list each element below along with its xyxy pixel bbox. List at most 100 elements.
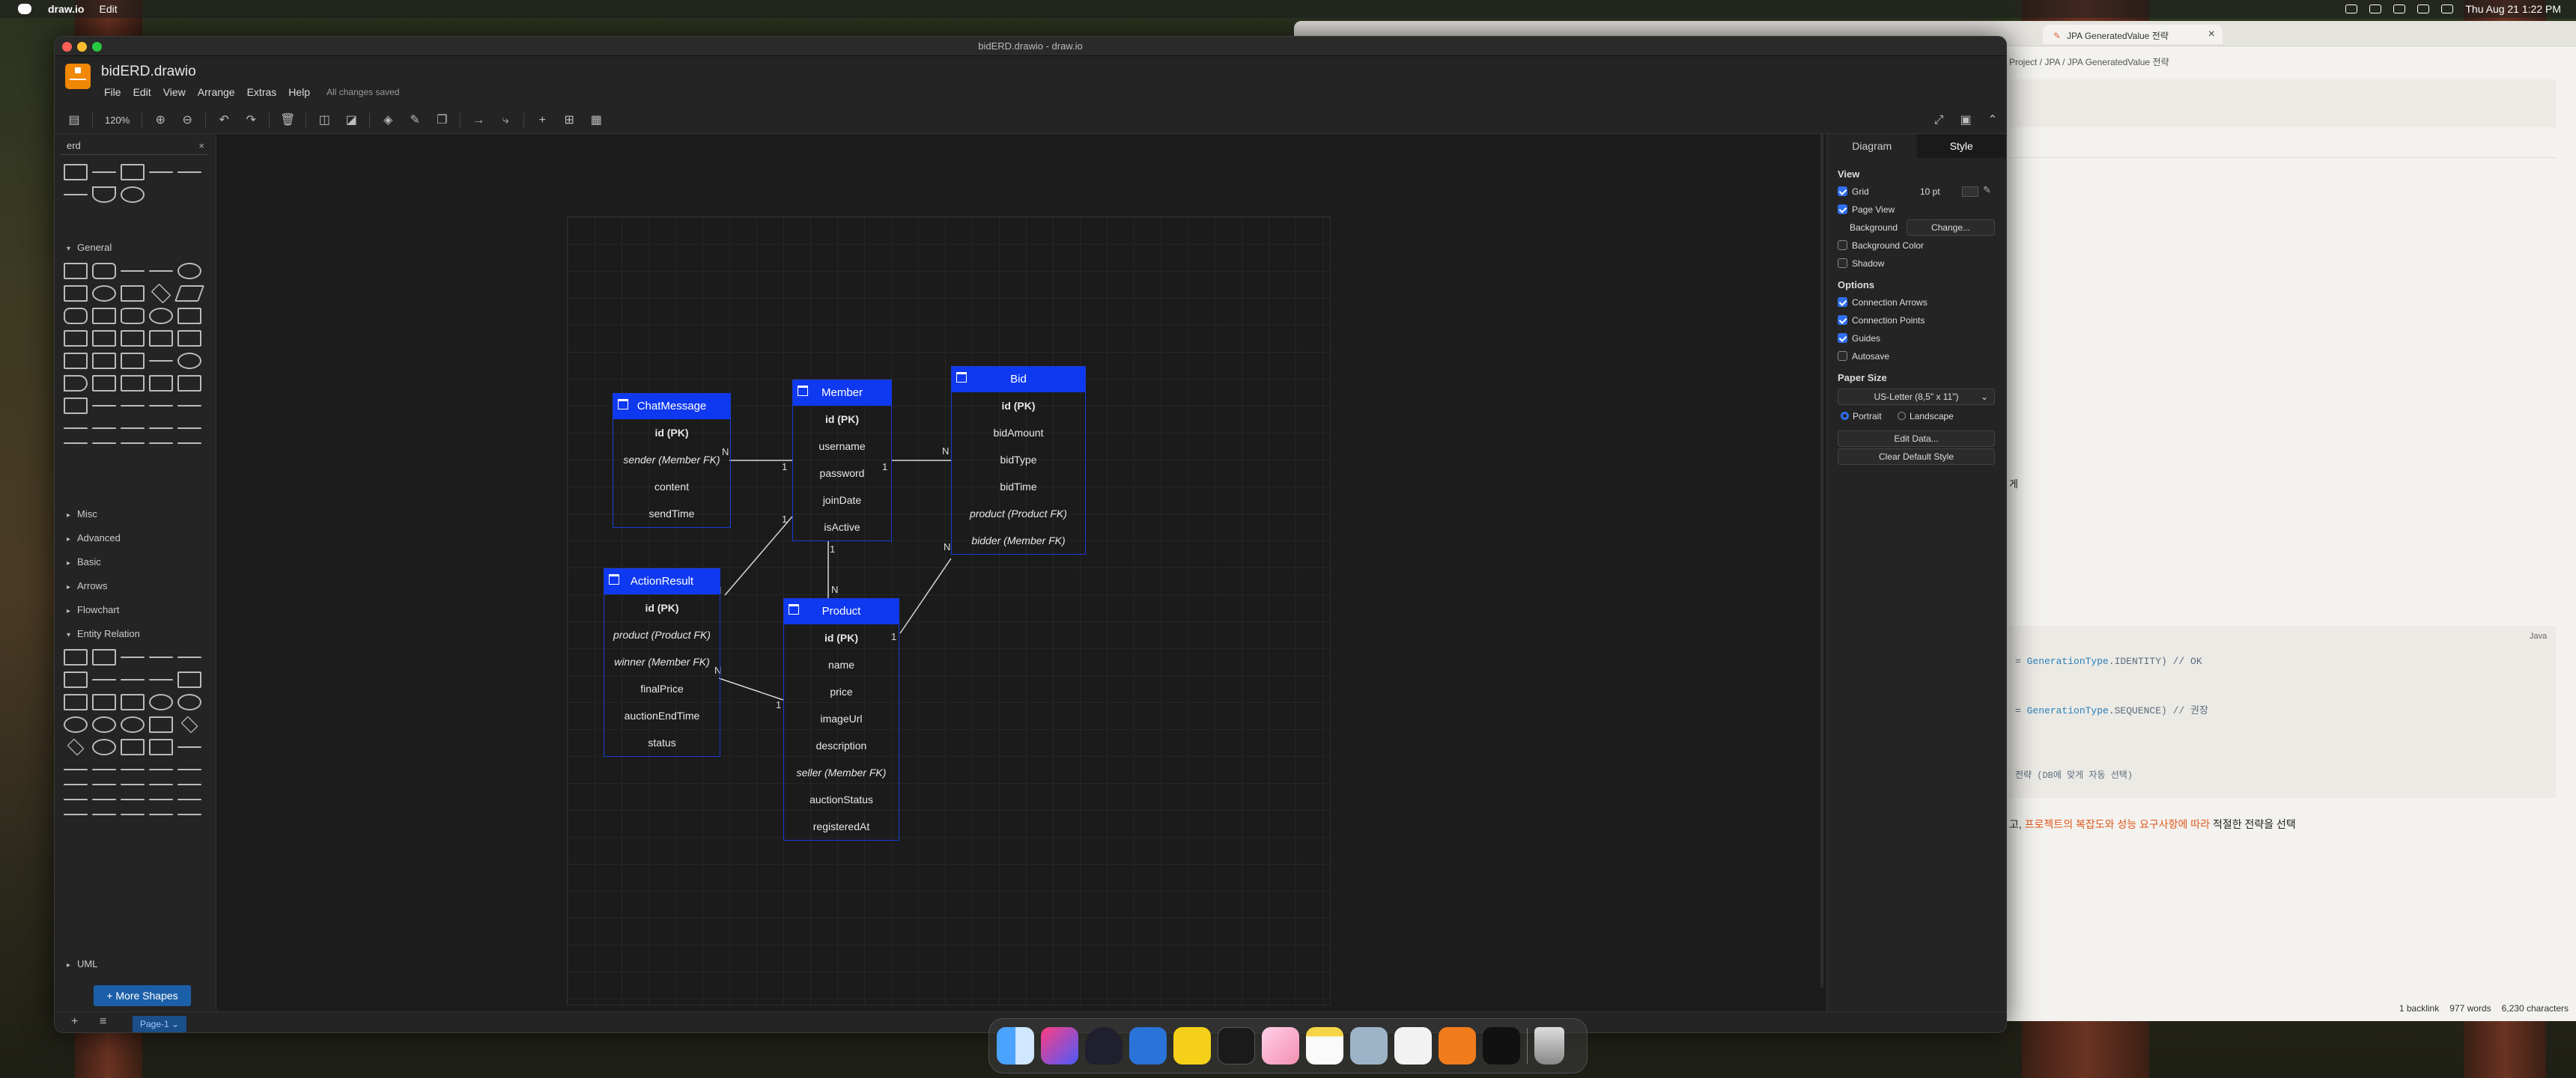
line-shape[interactable]	[92, 427, 116, 429]
radio-selected-icon[interactable]	[1841, 412, 1849, 420]
entity-title[interactable]: Product	[784, 599, 899, 624]
er-line-shape[interactable]	[121, 769, 145, 770]
er-line-shape[interactable]	[177, 814, 201, 815]
attribute-shape[interactable]	[149, 694, 173, 710]
entity-actionresult[interactable]: ActionResult id (PK) product (Product FK…	[604, 568, 720, 757]
er-line-shape[interactable]	[177, 799, 201, 800]
cloud-shape[interactable]	[149, 308, 173, 324]
er-line-shape[interactable]	[177, 746, 201, 748]
line-shape[interactable]	[64, 442, 88, 444]
app-icon[interactable]	[1173, 1027, 1211, 1065]
erd-shape[interactable]	[121, 164, 145, 180]
er-line-shape[interactable]	[121, 657, 145, 658]
menu-view[interactable]: View	[163, 86, 186, 98]
apple-tv-icon[interactable]	[1483, 1027, 1520, 1065]
entity-field[interactable]: product (Product FK)	[952, 500, 1085, 527]
er-line-shape[interactable]	[121, 784, 145, 785]
entity-field[interactable]: sendTime	[613, 500, 730, 527]
rectangle-shape[interactable]	[64, 263, 88, 279]
app-icon[interactable]	[1262, 1027, 1299, 1065]
entity-field[interactable]: finalPrice	[604, 675, 720, 702]
pages-menu-icon[interactable]: ≡	[100, 1015, 106, 1029]
background-color-checkbox[interactable]	[1838, 240, 1847, 250]
entity-field[interactable]: sender (Member FK)	[613, 446, 730, 473]
trapezoid-shape[interactable]	[149, 330, 173, 347]
note-shape[interactable]	[64, 353, 88, 369]
entity-field[interactable]: id (PK)	[784, 624, 899, 651]
tab-active[interactable]: ✎ JPA GeneratedValue 전략 ×	[2043, 25, 2223, 44]
erd-shape[interactable]	[177, 171, 201, 173]
process-shape[interactable]	[121, 285, 145, 302]
menubar-app-name[interactable]: draw.io	[48, 3, 85, 15]
entity-shape[interactable]	[121, 694, 145, 710]
er-line-shape[interactable]	[149, 657, 173, 658]
entity-member[interactable]: Member id (PK) username password joinDat…	[792, 380, 892, 541]
change-background-button[interactable]: Change...	[1907, 219, 1995, 236]
weak-entity-shape[interactable]	[149, 716, 173, 733]
menu-help[interactable]: Help	[288, 86, 310, 98]
line-shape[interactable]	[149, 442, 173, 444]
er-line-shape[interactable]	[92, 784, 116, 785]
erd-shape[interactable]	[64, 164, 88, 180]
entity-field[interactable]: id (PK)	[613, 419, 730, 446]
er-line-shape[interactable]	[64, 799, 88, 800]
box-shape[interactable]	[149, 375, 173, 392]
entity-field[interactable]: registeredAt	[784, 813, 899, 840]
obsidian-icon[interactable]	[1085, 1027, 1123, 1065]
section-general[interactable]: ▾ General	[67, 242, 112, 253]
clear-search-icon[interactable]: ×	[198, 140, 204, 151]
entity-shape[interactable]	[121, 739, 145, 755]
entity-shape[interactable]	[64, 694, 88, 710]
clock[interactable]: Thu Aug 21 1:22 PM	[2465, 3, 2561, 15]
triangle-shape[interactable]	[92, 308, 116, 324]
autosave-option[interactable]: Autosave	[1838, 351, 1889, 362]
landscape-option[interactable]: Landscape	[1898, 411, 1954, 421]
er-line-shape[interactable]	[64, 814, 88, 815]
section-advanced[interactable]: ▸ Advanced	[67, 532, 121, 543]
er-line-shape[interactable]	[149, 799, 173, 800]
relationship-shape[interactable]	[67, 738, 85, 756]
actor-shape[interactable]	[149, 360, 173, 362]
fullscreen-icon[interactable]: ⤢	[1930, 112, 1948, 129]
line-shape[interactable]	[121, 442, 145, 444]
er-line-shape[interactable]	[177, 784, 201, 785]
entity-field[interactable]: status	[604, 729, 720, 756]
list-shape[interactable]	[64, 398, 88, 414]
grid-option[interactable]: Grid	[1838, 186, 1869, 197]
line-shape[interactable]	[177, 442, 201, 444]
entity-field[interactable]: id (PK)	[952, 392, 1085, 419]
parallelogram-shape[interactable]	[174, 285, 205, 302]
menu-extras[interactable]: Extras	[247, 86, 277, 98]
intellij-icon[interactable]	[1041, 1027, 1078, 1065]
data-storage-shape[interactable]	[92, 375, 116, 392]
autosave-checkbox[interactable]	[1838, 351, 1847, 361]
page-view-option[interactable]: Page View	[1838, 204, 1895, 215]
or-shape[interactable]	[177, 353, 201, 369]
status-icon[interactable]	[2345, 4, 2358, 13]
section-uml[interactable]: ▸ UML	[67, 958, 97, 969]
item-shape[interactable]	[92, 679, 116, 680]
diagram-canvas[interactable]: N 1 1 N 1 N 1 N N 1 N 1 ChatMessage id (…	[216, 134, 1826, 1011]
shape-search-input[interactable]: erd ×	[61, 138, 207, 155]
er-line-shape[interactable]	[64, 769, 88, 770]
er-line-shape[interactable]	[149, 679, 173, 680]
entity-field[interactable]: winner (Member FK)	[604, 648, 720, 675]
add-page-icon[interactable]: +	[71, 1015, 78, 1029]
line-color-icon[interactable]: ✎	[406, 112, 424, 129]
hexagon-shape[interactable]	[64, 308, 88, 324]
connection-arrows-option[interactable]: Connection Arrows	[1838, 297, 1928, 308]
diamond-shape[interactable]	[151, 283, 171, 304]
vertical-scrollbar[interactable]	[1820, 134, 1823, 987]
connection-icon[interactable]: →	[470, 112, 487, 129]
entity-title[interactable]: Member	[793, 380, 891, 406]
er-line-shape[interactable]	[121, 799, 145, 800]
battery-icon[interactable]	[2393, 4, 2406, 13]
guides-checkbox[interactable]	[1838, 333, 1847, 343]
app-icon[interactable]	[1129, 1027, 1167, 1065]
document-shape[interactable]	[177, 308, 201, 324]
control-center-icon[interactable]	[2441, 4, 2454, 13]
app-icon[interactable]	[1350, 1027, 1388, 1065]
textbox-shape[interactable]	[149, 270, 173, 272]
circle-shape[interactable]	[92, 285, 116, 302]
menubar-edit[interactable]: Edit	[100, 3, 118, 15]
